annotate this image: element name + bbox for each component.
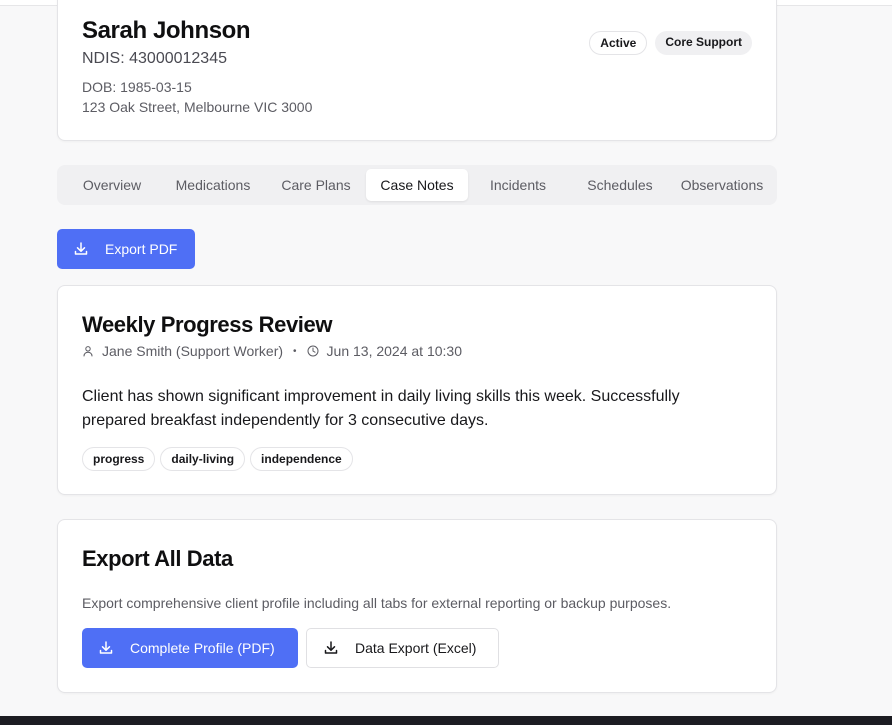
client-name: Sarah Johnson — [82, 17, 251, 44]
user-icon — [83, 346, 93, 357]
tab-schedules[interactable]: Schedules — [570, 169, 670, 201]
tab-case-notes[interactable]: Case Notes — [366, 169, 468, 201]
data-export-label: Data Export (Excel) — [355, 640, 477, 656]
profile-tabs: Overview Medications Care Plans Case Not… — [57, 165, 777, 205]
tab-care-plans[interactable]: Care Plans — [267, 169, 365, 201]
complete-profile-pdf-button[interactable]: Complete Profile (PDF) — [82, 628, 298, 668]
export-all-card: Export All Data Export comprehensive cli… — [57, 519, 777, 693]
export-pdf-button[interactable]: Export PDF — [57, 229, 195, 269]
tab-observations[interactable]: Observations — [674, 169, 770, 201]
export-all-description: Export comprehensive client profile incl… — [82, 595, 672, 611]
tag: progress — [82, 447, 156, 471]
tab-incidents[interactable]: Incidents — [470, 169, 566, 201]
support-type-badge: Core Support — [655, 31, 752, 55]
note-datetime: Jun 13, 2024 at 10:30 — [326, 343, 462, 359]
note-title: Weekly Progress Review — [82, 312, 333, 337]
data-export-excel-button[interactable]: Data Export (Excel) — [306, 628, 499, 668]
note-meta: Jane Smith (Support Worker) • Jun 13, 20… — [82, 343, 462, 359]
note-author: Jane Smith (Support Worker) — [102, 343, 284, 359]
note-body: Client has shown significant improvement… — [82, 388, 680, 429]
case-note-card: Weekly Progress Review Jane Smith (Suppo… — [57, 285, 777, 495]
note-tags: progress daily-living independence — [82, 447, 353, 471]
client-badges: Active Core Support — [589, 31, 752, 55]
client-address: 123 Oak Street, Melbourne VIC 3000 — [82, 99, 313, 115]
tag: daily-living — [160, 447, 246, 471]
export-pdf-label: Export PDF — [105, 241, 178, 257]
meta-separator: • — [293, 345, 297, 357]
download-icon — [99, 641, 113, 654]
status-badge: Active — [589, 31, 648, 55]
complete-profile-label: Complete Profile (PDF) — [130, 640, 275, 656]
tab-medications[interactable]: Medications — [163, 169, 263, 201]
bottom-bar — [0, 716, 892, 725]
tag: independence — [250, 447, 353, 471]
tab-overview[interactable]: Overview — [65, 169, 159, 201]
download-icon — [324, 641, 338, 654]
client-profile-card: Sarah Johnson NDIS: 43000012345 DOB: 198… — [57, 0, 777, 141]
clock-icon — [307, 345, 319, 357]
client-dob: DOB: 1985-03-15 — [82, 79, 192, 95]
download-icon — [74, 242, 88, 255]
export-all-title: Export All Data — [82, 546, 233, 571]
client-ndis-number: NDIS: 43000012345 — [82, 50, 227, 67]
